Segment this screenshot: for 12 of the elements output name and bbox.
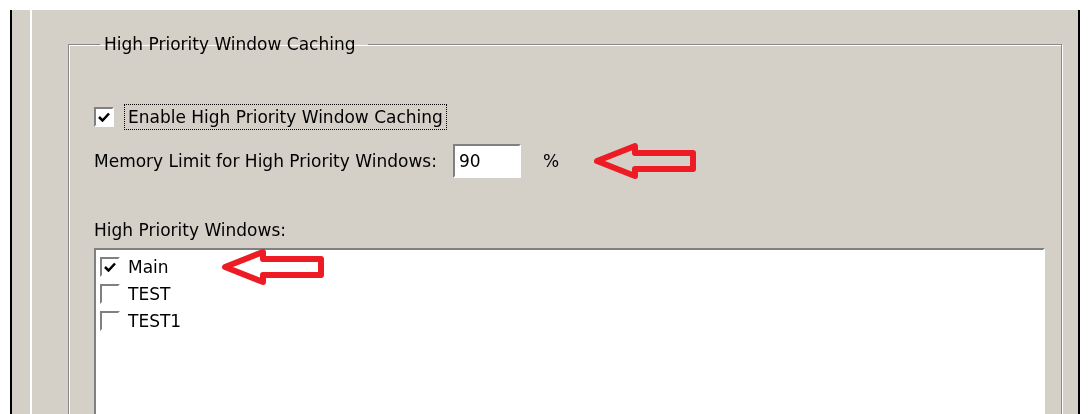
unit-label: %	[542, 151, 560, 171]
field-label: Memory Limit for High Priority Windows:	[94, 151, 437, 171]
list-item[interactable]: TEST	[128, 283, 171, 304]
check-mark-icon	[98, 112, 110, 122]
list-label: High Priority Windows:	[94, 220, 286, 240]
checkbox[interactable]	[94, 107, 114, 127]
checkbox-label[interactable]: Enable High Priority Window Caching	[124, 104, 447, 130]
check-mark-icon	[104, 261, 116, 272]
input-field[interactable]: 90	[452, 144, 521, 178]
list-item[interactable]: TEST1	[128, 310, 182, 331]
list-item[interactable]: Main	[128, 256, 169, 277]
group-title: High Priority Window Caching	[103, 34, 357, 54]
